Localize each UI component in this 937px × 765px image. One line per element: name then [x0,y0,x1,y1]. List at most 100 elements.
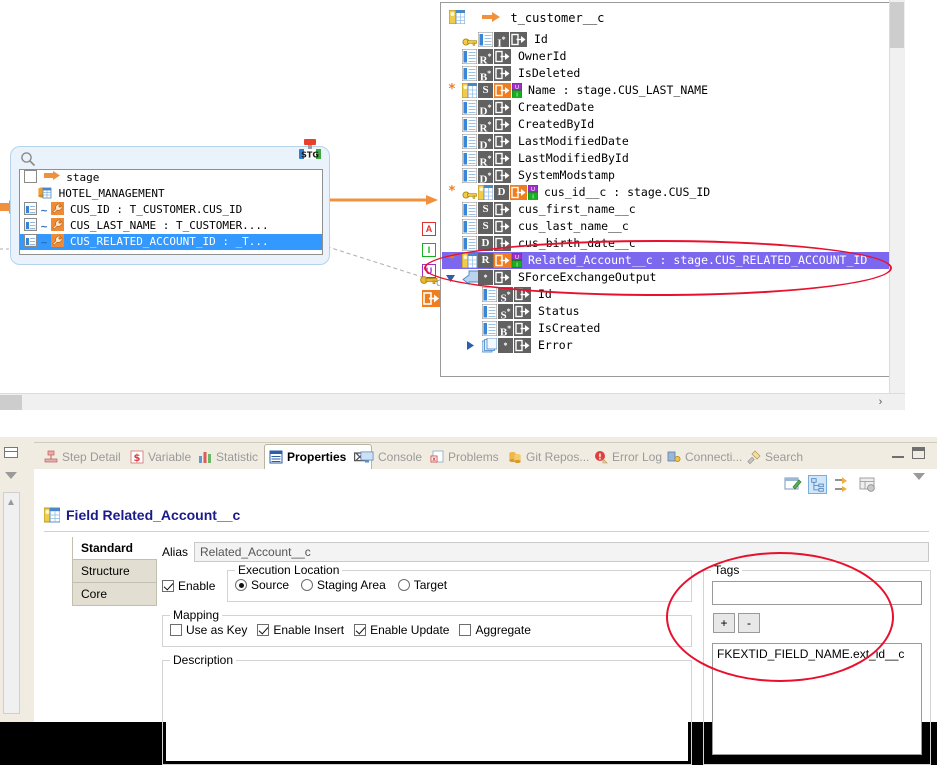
sf-field-row[interactable]: I*Id [442,31,894,48]
sf-field-row[interactable]: S*Id [442,286,894,303]
checkbox-box[interactable] [170,624,182,636]
maximize-button[interactable] [912,447,925,459]
tab-problems[interactable]: xProblems [426,445,504,469]
radio-staging-area[interactable]: Staging Area [301,578,386,592]
git-repos-icon [508,450,522,464]
stage-field-row[interactable]: ~CUS_RELATED_ACCOUNT_ID : _T... [20,234,322,250]
checkbox-use-as-key[interactable]: Use as Key [170,623,247,637]
column-icon [24,202,37,215]
tab-console[interactable]: Console [356,445,427,469]
execution-location-options[interactable]: Source Staging Area Target [235,578,447,592]
remove-tag-button[interactable]: - [738,613,760,633]
tab-step-detail[interactable]: Step Detail [40,445,126,469]
add-tag-button[interactable]: + [713,613,735,633]
diagram-canvas[interactable]: STG stage [0,0,937,437]
tab-label: Properties [287,450,346,464]
canvas-vscroll-thumb[interactable] [890,2,904,48]
tab-variable[interactable]: $Variable [126,445,196,469]
tab-git-repos[interactable]: Git Repos... [504,445,594,469]
tags-list[interactable]: FKEXTID_FIELD_NAME.ext_id__c [712,643,922,755]
radio-button[interactable] [235,579,247,591]
sf-field-row[interactable]: R*CreatedById [442,116,894,133]
chevron-down-icon[interactable] [5,472,17,479]
sf-root-row[interactable]: t_customer__c [449,9,604,27]
description-textarea[interactable] [166,669,688,761]
sf-field-row[interactable]: *Error [442,337,894,354]
stage-root-row[interactable]: stage [20,170,322,186]
checkbox-box[interactable] [459,624,471,636]
radio-source[interactable]: Source [235,578,289,592]
radio-button[interactable] [301,579,313,591]
radio-button[interactable] [398,579,410,591]
checkbox-aggregate[interactable]: Aggregate [459,623,530,637]
checkbox-box[interactable] [162,580,174,592]
restore-icon[interactable] [4,447,18,458]
sf-field-row[interactable]: Scus_last_name__c [442,218,894,235]
expander-expand-icon[interactable] [466,341,474,350]
canvas-horizontal-scrollbar[interactable]: › [0,393,905,410]
checkbox-label: Aggregate [475,623,530,637]
enable-checkbox-wrap[interactable]: Enable [162,579,215,595]
side-tab-structure[interactable]: Structure [72,560,157,583]
sf-field-row[interactable]: *DUIcus_id__c : stage.CUS_ID [442,184,894,201]
sf-field-row[interactable]: *SForceExchangeOutput [442,269,894,286]
stage-field-tree[interactable]: stage HOTEL_MANAGEMENT [19,169,323,255]
sf-field-row[interactable]: D*CreatedDate [442,99,894,116]
side-tab-core[interactable]: Core [72,583,157,606]
tab-connecti[interactable]: Connecti... [663,445,747,469]
canvas-scroll-right-arrow[interactable]: › [872,394,889,410]
stage-db-row[interactable]: HOTEL_MANAGEMENT [20,186,322,202]
sf-field-row[interactable]: *RUIRelated_Account__c : stage.CUS_RELAT… [442,252,894,269]
sf-field-row[interactable]: B*IsCreated [442,320,894,337]
sf-field-row[interactable]: Dcus_birth_date__c [442,235,894,252]
tab-error-log[interactable]: !Error Log [590,445,667,469]
minimize-button[interactable] [892,449,904,458]
checkbox-enable-insert[interactable]: Enable Insert [257,623,344,637]
sf-field-row[interactable]: D*SystemModstamp [442,167,894,184]
stage-field-row[interactable]: ~CUS_LAST_NAME : T_CUSTOMER.... [20,218,322,234]
list-item[interactable]: FKEXTID_FIELD_NAME.ext_id__c [717,647,917,661]
search-icon[interactable] [20,151,36,167]
required-star-icon: * [448,184,456,199]
checkbox-box[interactable] [257,624,269,636]
sf-field-row[interactable]: *SUIName : stage.CUS_LAST_NAME [442,82,894,99]
tree-view-icon[interactable] [808,475,827,494]
salesforce-node[interactable]: t_customer__c I*IdR*OwnerIdB*IsDeleted*S… [440,2,896,377]
canvas-hscroll-thumb[interactable] [0,395,22,410]
table-details-icon[interactable] [858,475,877,494]
mapping-options[interactable]: Use as Key Enable Insert Enable Update Aggr… [170,623,531,637]
properties-side-tabs[interactable]: StandardStructureCore [72,537,157,606]
radio-target[interactable]: Target [398,578,447,592]
stage-field-row[interactable]: ~CUS_ID : T_CUSTOMER.CUS_ID [20,202,322,218]
properties-toolbar[interactable] [783,473,877,495]
sf-field-row[interactable]: R*LastModifiedById [442,150,894,167]
checkbox-box[interactable] [354,624,366,636]
alias-input[interactable] [194,542,929,562]
tab-search[interactable]: Search [743,445,808,469]
tab-statistic[interactable]: Statistic [194,445,263,469]
expander-collapse-icon[interactable] [446,274,455,282]
expression-icon: ~ [37,219,51,235]
tags-input[interactable] [712,581,922,605]
sf-field-row[interactable]: R*OwnerId [442,48,894,65]
sf-field-row[interactable]: Scus_first_name__c [442,201,894,218]
view-tab-bar[interactable]: Step Detail$VariableStatisticProperties⌧… [34,443,937,469]
new-wizard-icon[interactable] [783,475,802,494]
view-menu-button[interactable] [913,473,925,480]
side-tab-standard[interactable]: Standard [72,537,157,560]
sf-field-row[interactable]: B*IsDeleted [442,65,894,82]
stage-node[interactable]: STG stage [10,146,330,265]
sf-field-row[interactable]: S*Status [442,303,894,320]
checkbox-enable-update[interactable]: Enable Update [354,623,449,637]
sort-mapping-icon[interactable] [833,475,852,494]
column-icon [462,66,477,81]
canvas-vertical-scrollbar[interactable]: ⌄ [889,0,905,410]
sf-field-row[interactable]: D*LastModifiedDate [442,133,894,150]
tab-label: Step Detail [62,450,121,464]
chevron-up-icon[interactable]: ▲ [4,497,18,508]
stage-field-label: CUS_RELATED_ACCOUNT_ID : _T... [70,235,269,248]
rail-scroll-area[interactable] [3,492,20,714]
mapping-group: Mapping Use as KeyEnable InsertEnable Up… [162,615,692,647]
sf-field-tree[interactable]: I*IdR*OwnerIdB*IsDeleted*SUIName : stage… [442,31,894,358]
enable-checkbox[interactable]: Enable [162,579,215,593]
